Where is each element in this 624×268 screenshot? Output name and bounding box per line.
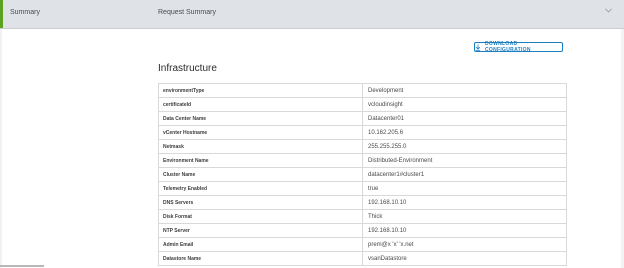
table-row: NTP Server 192.168.10.10 <box>159 224 566 238</box>
row-value: prem@x 'x' 'x.net <box>368 241 414 248</box>
row-value: 192.168.10.10 <box>368 227 407 234</box>
row-value: 192.168.10.10 <box>368 199 407 206</box>
table-row: Environment Name Distributed-Environment <box>159 154 566 168</box>
row-key: certificateId <box>159 98 363 111</box>
step-request-summary[interactable]: Request Summary <box>158 9 216 16</box>
table-row: vCenter Hostname 10.162.205.6 <box>159 126 566 140</box>
infrastructure-table: environmentType Development certificateI… <box>158 83 567 266</box>
row-key: environmentType <box>159 84 363 97</box>
row-key: Telemetry Enabled <box>159 182 363 195</box>
horizontal-scroll-thumb[interactable] <box>0 265 44 267</box>
active-step-indicator <box>0 0 3 28</box>
download-icon <box>475 44 481 51</box>
row-key: NTP Server <box>159 224 363 237</box>
table-row: Cluster Name datacenter1#cluster1 <box>159 168 566 182</box>
row-value: vcloudinsight <box>368 101 403 108</box>
row-value: Distributed-Environment <box>368 157 433 164</box>
row-value: datacenter1#cluster1 <box>368 171 425 178</box>
row-key: DNS Servers <box>159 196 363 209</box>
row-value: true <box>368 185 379 192</box>
row-key: Environment Name <box>159 154 363 167</box>
download-configuration-label: DOWNLOAD CONFIGURATION <box>485 41 531 53</box>
row-key: Admin Email <box>159 238 363 251</box>
row-value: 255.255.255.0 <box>368 143 407 150</box>
row-value: vsanDatastore <box>368 255 407 262</box>
wizard-header: Summary Request Summary <box>0 0 624 29</box>
table-row: Telemetry Enabled true <box>159 182 566 196</box>
row-key: Netmask <box>159 140 363 153</box>
row-key: Datastore Name <box>159 252 363 265</box>
row-value: Datacenter01 <box>368 115 405 122</box>
section-title: Infrastructure <box>158 63 217 74</box>
row-key: Cluster Name <box>159 168 363 181</box>
table-row: Datastore Name vsanDatastore <box>159 252 566 266</box>
table-row: DNS Servers 192.168.10.10 <box>159 196 566 210</box>
row-key: Data Center Name <box>159 112 363 125</box>
table-row: Data Center Name Datacenter01 <box>159 112 566 126</box>
row-value: Development <box>368 87 404 94</box>
download-configuration-button[interactable]: DOWNLOAD CONFIGURATION <box>474 41 563 53</box>
table-row: environmentType Development <box>159 84 566 98</box>
table-row: Disk Format Thick <box>159 210 566 224</box>
table-row: Netmask 255.255.255.0 <box>159 140 566 154</box>
left-panel-edge <box>0 29 2 268</box>
chevron-down-icon[interactable] <box>605 8 612 15</box>
step-summary[interactable]: Summary <box>10 9 40 16</box>
table-row: certificateId vcloudinsight <box>159 98 566 112</box>
table-row: Admin Email prem@x 'x' 'x.net <box>159 238 566 252</box>
row-value: Thick <box>368 213 383 220</box>
row-key: Disk Format <box>159 210 363 223</box>
row-key: vCenter Hostname <box>159 126 363 139</box>
row-value: 10.162.205.6 <box>368 129 404 136</box>
